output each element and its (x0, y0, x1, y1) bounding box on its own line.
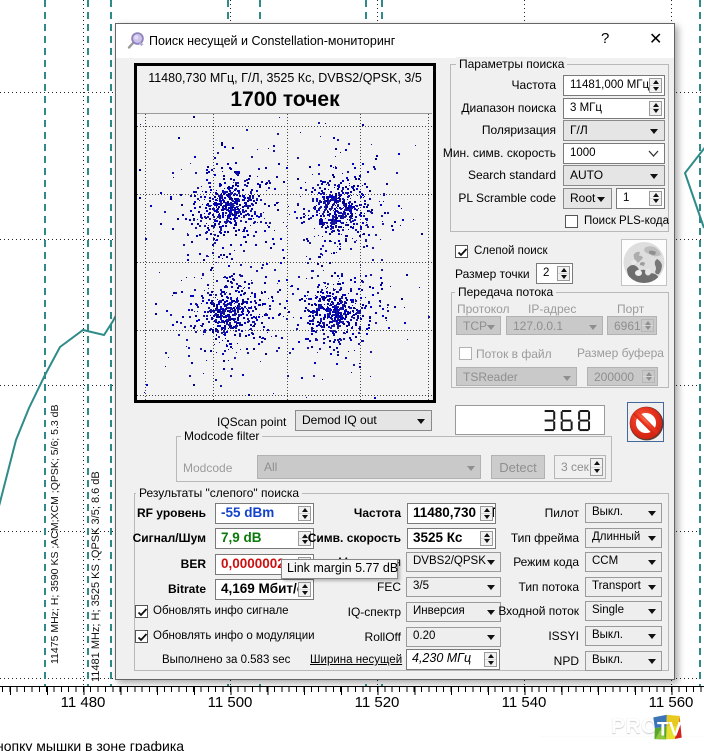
svg-text:TV: TV (657, 720, 682, 741)
